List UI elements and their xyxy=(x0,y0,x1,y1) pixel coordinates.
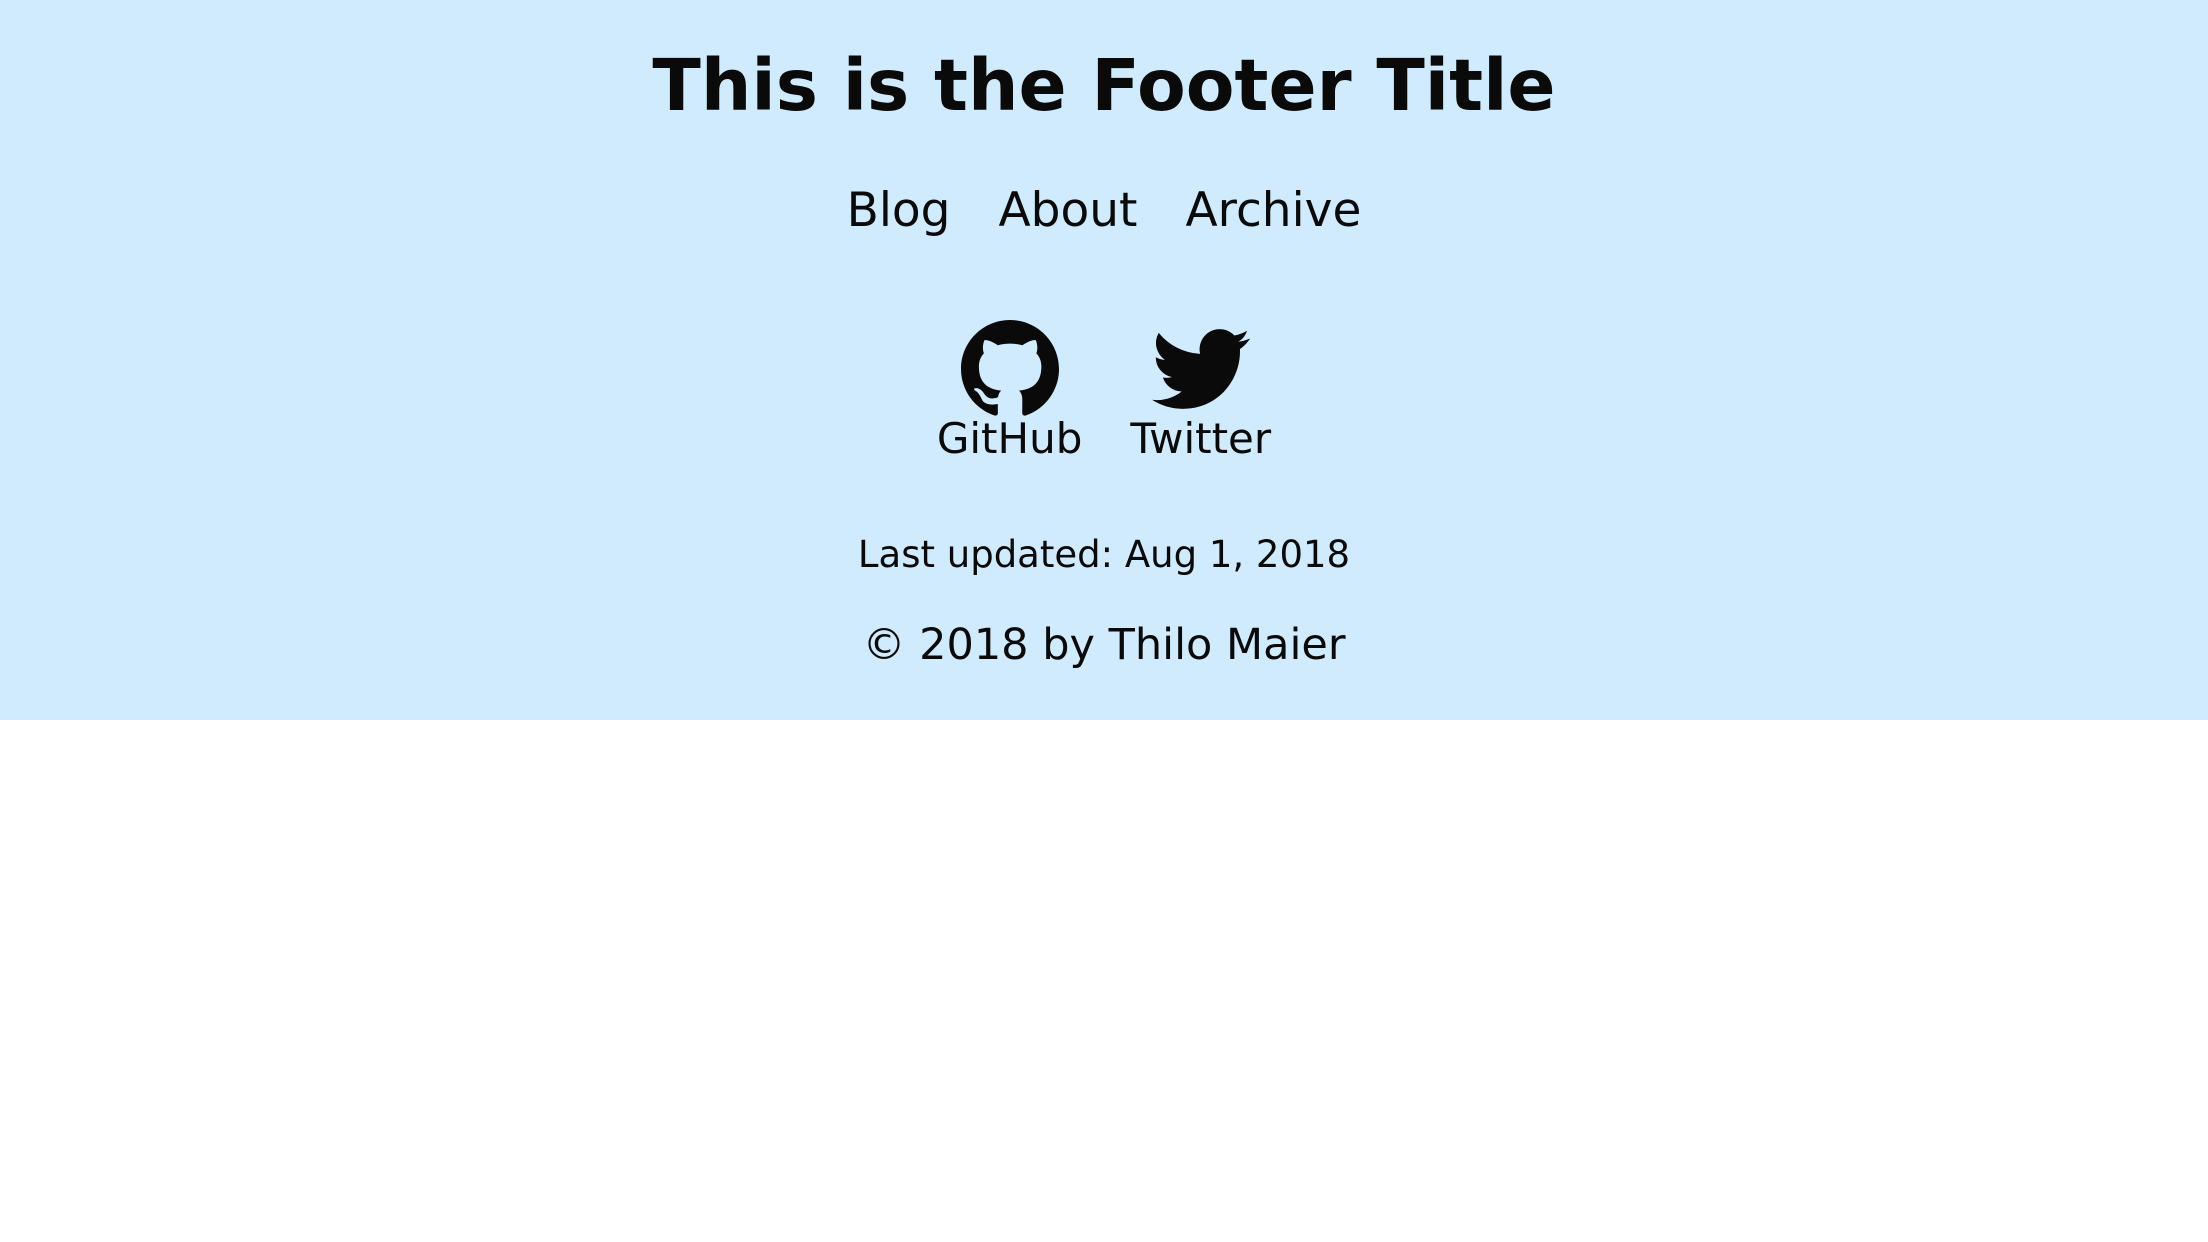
nav-link-blog[interactable]: Blog xyxy=(847,178,951,244)
github-icon xyxy=(960,320,1059,418)
twitter-icon xyxy=(1151,320,1250,418)
twitter-link[interactable]: Twitter xyxy=(1130,320,1271,464)
footer-title: This is the Footer Title xyxy=(652,44,1556,127)
twitter-label: Twitter xyxy=(1130,414,1272,463)
footer-nav: Blog About Archive xyxy=(0,178,2208,244)
site-footer: This is the Footer Title Blog About Arch… xyxy=(0,0,2208,720)
nav-link-about[interactable]: About xyxy=(999,178,1138,244)
social-links: GitHub Twitter xyxy=(0,320,2208,464)
copyright: © 2018 by Thilo Maier xyxy=(862,620,1346,670)
github-label: GitHub xyxy=(936,414,1083,463)
last-updated: Last updated: Aug 1, 2018 xyxy=(857,533,1351,576)
github-link[interactable]: GitHub xyxy=(936,320,1083,464)
nav-link-archive[interactable]: Archive xyxy=(1186,178,1362,244)
